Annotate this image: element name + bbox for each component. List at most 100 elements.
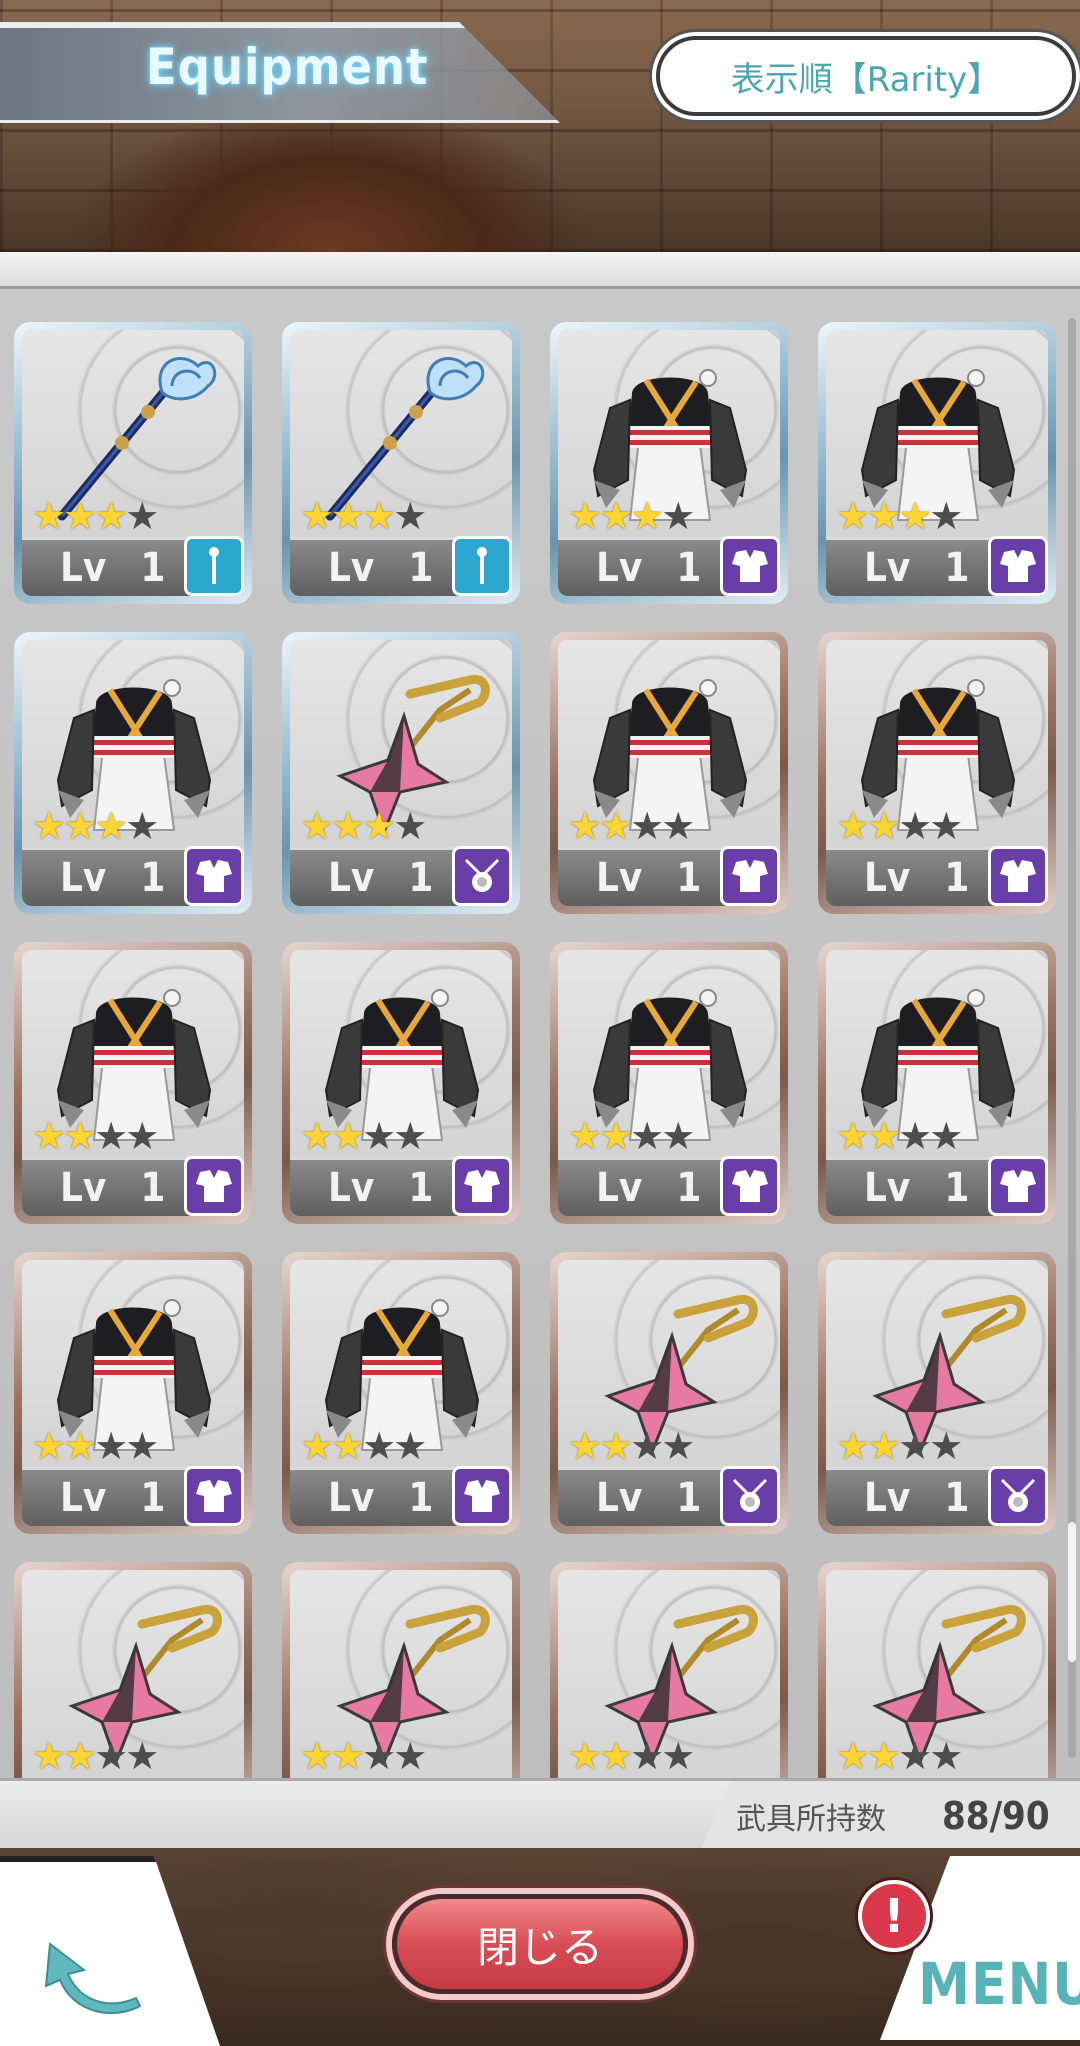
star-filled-icon: ★: [599, 494, 633, 538]
armor-icon: [988, 846, 1048, 906]
equipment-card[interactable]: ★★★★ Lv 1: [550, 942, 788, 1224]
level-value: 1: [408, 1165, 434, 1211]
star-filled-icon: ★: [836, 1734, 870, 1778]
star-empty-icon: ★: [630, 804, 664, 848]
star-empty-icon: ★: [898, 804, 932, 848]
sort-order-button[interactable]: 表示順【Rarity】: [656, 36, 1076, 116]
equipment-card[interactable]: ★★★★: [818, 1562, 1056, 1778]
star-empty-icon: ★: [125, 1424, 159, 1468]
level-bar: Lv 1: [826, 1157, 996, 1216]
equipment-card[interactable]: ★★★★ Lv 1: [14, 942, 252, 1224]
close-button[interactable]: 閉じる: [392, 1894, 688, 1994]
star-filled-icon: ★: [300, 1114, 334, 1158]
star-empty-icon: ★: [94, 1424, 128, 1468]
level-value: 1: [944, 1475, 970, 1521]
close-button-label: 閉じる: [476, 1922, 603, 1972]
level-bar: Lv 1: [22, 1157, 192, 1216]
star-empty-icon: ★: [630, 1424, 664, 1468]
level-value: 1: [676, 1475, 702, 1521]
rarity-stars: ★★★★: [568, 1734, 695, 1778]
level-label: Lv: [596, 1165, 643, 1211]
star-filled-icon: ★: [331, 494, 365, 538]
star-filled-icon: ★: [331, 1734, 365, 1778]
count-label: 武具所持数: [736, 1802, 886, 1837]
star-empty-icon: ★: [125, 1734, 159, 1778]
level-value: 1: [140, 545, 166, 591]
level-bar: Lv 1: [290, 1157, 460, 1216]
equipment-card[interactable]: ★★★★: [550, 1562, 788, 1778]
card-frame: ★★★★ Lv 1: [826, 330, 1048, 596]
equipment-card[interactable]: ★★★★ Lv 1: [550, 632, 788, 914]
star-filled-icon: ★: [63, 1424, 97, 1468]
equipment-card[interactable]: ★★★★ Lv 1: [282, 942, 520, 1224]
equipment-card[interactable]: ★★★★ Lv 1: [550, 1252, 788, 1534]
card-frame: ★★★★ Lv 1: [290, 950, 512, 1216]
star-filled-icon: ★: [599, 804, 633, 848]
equipment-grid[interactable]: ★★★★ Lv 1 ★★★★ Lv 1 ★★★★ Lv 1 ★★★★ Lv 1 ★★★★ Lv 1 ★★★★ L…: [0, 298, 1080, 1778]
equipment-card[interactable]: ★★★★ Lv 1: [818, 1252, 1056, 1534]
equipment-card[interactable]: ★★★★ Lv 1: [14, 632, 252, 914]
star-filled-icon: ★: [898, 494, 932, 538]
equipment-panel: ★★★★ Lv 1 ★★★★ Lv 1 ★★★★ Lv 1 ★★★★ Lv 1 ★★★★ Lv 1 ★★★★ L…: [0, 252, 1080, 1851]
rarity-stars: ★★★★: [32, 494, 159, 538]
rarity-stars: ★★★★: [300, 804, 427, 848]
star-empty-icon: ★: [630, 1114, 664, 1158]
star-filled-icon: ★: [63, 494, 97, 538]
equipment-card[interactable]: ★★★★ Lv 1: [818, 942, 1056, 1224]
equipment-card[interactable]: ★★★★ Lv 1: [818, 632, 1056, 914]
menu-button[interactable]: MENU: [918, 1950, 1080, 2018]
equipment-card[interactable]: ★★★★ Lv 1: [282, 632, 520, 914]
star-filled-icon: ★: [63, 1734, 97, 1778]
equipment-card[interactable]: ★★★★: [14, 1562, 252, 1778]
star-filled-icon: ★: [599, 1734, 633, 1778]
level-bar: Lv 1: [22, 1467, 192, 1526]
rarity-stars: ★★★★: [300, 1426, 427, 1466]
level-label: Lv: [864, 855, 911, 901]
level-value: 1: [408, 855, 434, 901]
star-filled-icon: ★: [32, 804, 66, 848]
scrollbar-thumb[interactable]: [1068, 1522, 1076, 1662]
level-bar: Lv 1: [22, 847, 192, 906]
star-filled-icon: ★: [599, 1424, 633, 1468]
equipment-card[interactable]: ★★★★ Lv 1: [550, 322, 788, 604]
star-filled-icon: ★: [867, 1734, 901, 1778]
level-value: 1: [140, 1475, 166, 1521]
star-filled-icon: ★: [630, 494, 664, 538]
star-empty-icon: ★: [94, 1734, 128, 1778]
equipment-card[interactable]: ★★★★ Lv 1: [14, 1252, 252, 1534]
armor-icon: [988, 1156, 1048, 1216]
armor-icon: [452, 1156, 512, 1216]
star-filled-icon: ★: [32, 1424, 66, 1468]
star-filled-icon: ★: [568, 494, 602, 538]
count-value: 88/90: [942, 1794, 1050, 1838]
card-frame: ★★★★: [826, 1570, 1048, 1778]
rarity-stars: ★★★★: [32, 804, 159, 848]
level-label: Lv: [864, 1165, 911, 1211]
card-frame: ★★★★ Lv 1: [22, 640, 244, 906]
equipment-card[interactable]: ★★★★ Lv 1: [282, 1252, 520, 1534]
rarity-stars: ★★★★: [568, 1114, 695, 1158]
back-arrow-icon[interactable]: [40, 1936, 150, 2016]
equipment-card[interactable]: ★★★★ Lv 1: [818, 322, 1056, 604]
alert-badge: !: [858, 1880, 930, 1952]
card-frame: ★★★★ Lv 1: [290, 640, 512, 906]
level-value: 1: [140, 855, 166, 901]
rarity-stars: ★★★★: [32, 1424, 159, 1468]
star-filled-icon: ★: [867, 1114, 901, 1158]
star-empty-icon: ★: [393, 494, 427, 538]
star-filled-icon: ★: [300, 804, 334, 848]
card-frame: ★★★★ Lv 1: [22, 950, 244, 1216]
rarity-stars: ★★★★: [32, 1734, 159, 1778]
star-empty-icon: ★: [393, 804, 427, 848]
armor-icon: [184, 846, 244, 906]
weapon-icon: [452, 536, 512, 596]
equipment-card[interactable]: ★★★★ Lv 1: [14, 322, 252, 604]
equipment-card[interactable]: ★★★★ Lv 1: [282, 322, 520, 604]
star-filled-icon: ★: [599, 1114, 633, 1158]
armor-icon: [720, 846, 780, 906]
equipment-card[interactable]: ★★★★: [282, 1562, 520, 1778]
star-filled-icon: ★: [300, 494, 334, 538]
card-frame: ★★★★ Lv 1: [558, 950, 780, 1216]
page-title: Equipment: [146, 38, 429, 96]
armor-icon: [184, 1466, 244, 1526]
